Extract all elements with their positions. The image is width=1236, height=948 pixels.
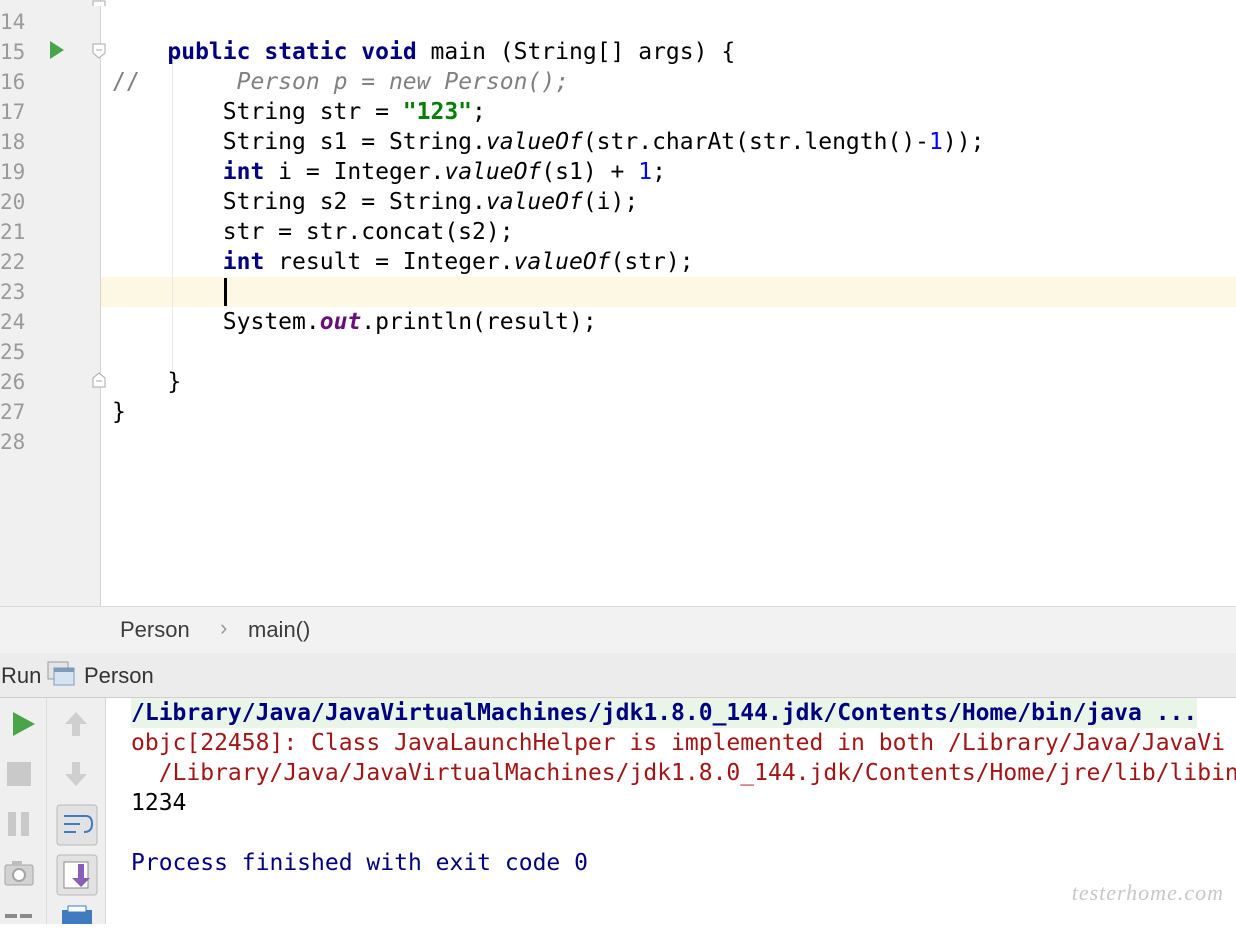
print-icon[interactable] xyxy=(60,904,100,944)
layout-icon[interactable] xyxy=(0,908,40,948)
line-number: 20 xyxy=(0,190,26,214)
up-arrow-icon[interactable] xyxy=(56,704,96,744)
line-number: 17 xyxy=(0,100,26,124)
camera-icon[interactable] xyxy=(0,854,40,894)
line-number: 14 xyxy=(0,10,26,34)
text-caret xyxy=(224,278,227,306)
code-line-18: String s1 = String.valueOf(str.charAt(st… xyxy=(222,129,985,155)
line-number: 25 xyxy=(0,340,26,364)
line-number: 28 xyxy=(0,430,26,454)
stop-icon[interactable] xyxy=(0,754,40,794)
code-line-24: System.out.println(result); xyxy=(222,309,597,335)
console-line: Process finished with exit code 0 xyxy=(131,850,588,876)
run-icon[interactable] xyxy=(4,704,44,744)
run-window-icon xyxy=(47,661,75,687)
console-line: /Library/Java/JavaVirtualMachines/jdk1.8… xyxy=(131,698,1198,728)
code-line-15: public static void main (String[] args) … xyxy=(167,39,736,65)
fold-icon[interactable] xyxy=(92,0,106,6)
line-number: 19 xyxy=(0,160,26,184)
run-panel: /Library/Java/JavaVirtualMachines/jdk1.8… xyxy=(0,698,1236,924)
line-number: 24 xyxy=(0,310,26,334)
run-tool-window-header: Run Person xyxy=(0,653,1236,698)
line-number: 15 xyxy=(0,40,26,64)
code-editor[interactable]: 14 15 16 17 18 19 20 21 22 23 24 25 26 2… xyxy=(0,0,1236,606)
code-line-17: String str = "123"; xyxy=(222,99,486,125)
run-toolbar-right xyxy=(47,698,106,924)
breadcrumb: Person › main() xyxy=(0,606,1236,654)
pause-icon[interactable] xyxy=(0,804,40,844)
soft-wrap-icon[interactable] xyxy=(56,804,98,846)
code-line-19: int i = Integer.valueOf(s1) + 1; xyxy=(222,159,666,185)
code-line-26: } xyxy=(167,369,182,395)
line-number: 23 xyxy=(0,280,26,304)
line-number: 27 xyxy=(0,400,26,424)
console-line: objc[22458]: Class JavaLaunchHelper is i… xyxy=(131,730,1225,756)
line-number: 26 xyxy=(0,370,26,394)
line-number: 21 xyxy=(0,220,26,244)
breadcrumb-method[interactable]: main() xyxy=(248,617,310,643)
code-line-22: int result = Integer.valueOf(str); xyxy=(222,249,694,275)
scroll-to-end-icon[interactable] xyxy=(56,854,98,896)
current-line-highlight xyxy=(101,277,1236,307)
console-line: 1234 xyxy=(131,790,187,816)
console-line: /Library/Java/JavaVirtualMachines/jdk1.8… xyxy=(131,760,1236,786)
code-line-21: str = str.concat(s2); xyxy=(222,219,514,245)
breadcrumb-separator: › xyxy=(220,615,228,640)
line-number: 16 xyxy=(0,70,26,94)
breadcrumb-class[interactable]: Person xyxy=(120,617,190,643)
line-number: 18 xyxy=(0,130,26,154)
down-arrow-icon[interactable] xyxy=(56,754,96,794)
run-config-tab[interactable]: Person xyxy=(84,663,154,689)
code-line-27: } xyxy=(112,399,126,425)
code-line-16: // Person p = new Person(); xyxy=(112,69,569,95)
run-label: Run xyxy=(1,663,42,688)
fold-icon[interactable] xyxy=(92,43,106,59)
line-number: 22 xyxy=(0,250,26,274)
run-toolbar-left xyxy=(0,698,47,924)
watermark: testerhome.com xyxy=(1071,880,1224,905)
run-gutter-icon[interactable] xyxy=(50,41,64,59)
code-line-20: String s2 = String.valueOf(i); xyxy=(222,189,639,215)
fold-icon[interactable] xyxy=(92,372,106,388)
